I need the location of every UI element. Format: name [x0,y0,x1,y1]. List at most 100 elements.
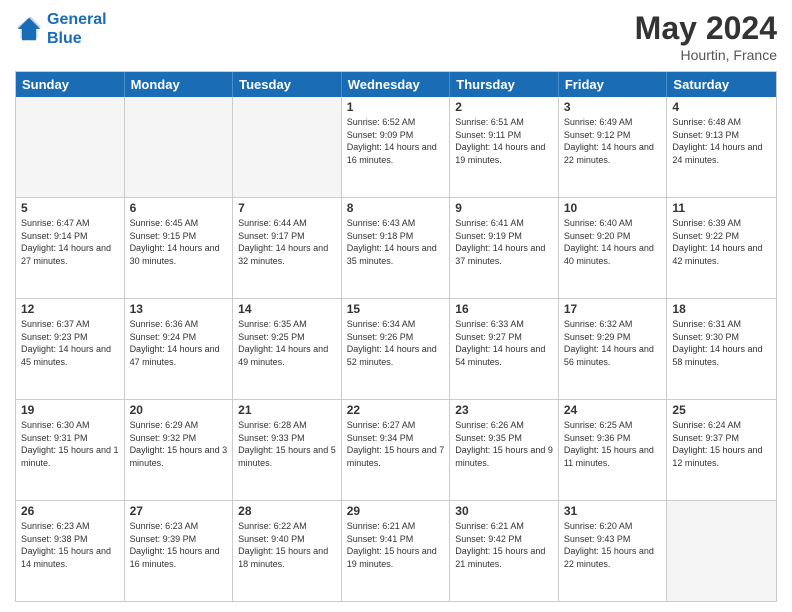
cell-info: Sunrise: 6:30 AM Sunset: 9:31 PM Dayligh… [21,419,119,469]
day-number: 6 [130,201,228,215]
day-number: 12 [21,302,119,316]
day-number: 20 [130,403,228,417]
cal-day-27: 27Sunrise: 6:23 AM Sunset: 9:39 PM Dayli… [125,501,234,601]
cal-day-22: 22Sunrise: 6:27 AM Sunset: 9:34 PM Dayli… [342,400,451,500]
cal-empty-0-2 [233,97,342,197]
cell-info: Sunrise: 6:33 AM Sunset: 9:27 PM Dayligh… [455,318,553,368]
cell-info: Sunrise: 6:47 AM Sunset: 9:14 PM Dayligh… [21,217,119,267]
day-header-monday: Monday [125,72,234,97]
cal-day-7: 7 Sunrise: 6:44 AM Sunset: 9:17 PM Daylig… [233,198,342,298]
cal-day-1: 1 Sunrise: 6:52 AM Sunset: 9:09 PM Daylig… [342,97,451,197]
calendar-header: SundayMondayTuesdayWednesdayThursdayFrid… [16,72,776,97]
day-number: 5 [21,201,119,215]
day-number: 8 [347,201,445,215]
day-header-thursday: Thursday [450,72,559,97]
cell-info: Sunrise: 6:52 AM Sunset: 9:09 PM Dayligh… [347,116,445,166]
cell-info: Sunrise: 6:44 AM Sunset: 9:17 PM Dayligh… [238,217,336,267]
day-number: 15 [347,302,445,316]
cell-info: Sunrise: 6:21 AM Sunset: 9:41 PM Dayligh… [347,520,445,570]
day-number: 31 [564,504,662,518]
header: General Blue May 2024 Hourtin, France [15,10,777,63]
cell-info: Sunrise: 6:29 AM Sunset: 9:32 PM Dayligh… [130,419,228,469]
cal-day-24: 24 Sunrise: 6:25 AM Sunset: 9:36 PM Dayli… [559,400,668,500]
day-number: 14 [238,302,336,316]
cell-info: Sunrise: 6:43 AM Sunset: 9:18 PM Dayligh… [347,217,445,267]
cal-day-30: 30Sunrise: 6:21 AM Sunset: 9:42 PM Dayli… [450,501,559,601]
day-number: 9 [455,201,553,215]
cal-day-9: 9Sunrise: 6:41 AM Sunset: 9:19 PM Daylig… [450,198,559,298]
title-block: May 2024 Hourtin, France [635,10,777,63]
cal-day-3: 3Sunrise: 6:49 AM Sunset: 9:12 PM Daylig… [559,97,668,197]
cal-day-25: 25 Sunrise: 6:24 AM Sunset: 9:37 PM Dayli… [667,400,776,500]
cell-info: Sunrise: 6:40 AM Sunset: 9:20 PM Dayligh… [564,217,662,267]
page: General Blue May 2024 Hourtin, France Su… [0,0,792,612]
cal-day-18: 18Sunrise: 6:31 AM Sunset: 9:30 PM Dayli… [667,299,776,399]
cal-day-19: 19 Sunrise: 6:30 AM Sunset: 9:31 PM Dayli… [16,400,125,500]
cal-day-23: 23 Sunrise: 6:26 AM Sunset: 9:35 PM Dayli… [450,400,559,500]
cell-info: Sunrise: 6:22 AM Sunset: 9:40 PM Dayligh… [238,520,336,570]
cell-info: Sunrise: 6:37 AM Sunset: 9:23 PM Dayligh… [21,318,119,368]
month-title: May 2024 [635,10,777,47]
day-number: 18 [672,302,771,316]
day-number: 7 [238,201,336,215]
cal-day-8: 8 Sunrise: 6:43 AM Sunset: 9:18 PM Daylig… [342,198,451,298]
day-number: 24 [564,403,662,417]
day-number: 28 [238,504,336,518]
calendar: SundayMondayTuesdayWednesdayThursdayFrid… [15,71,777,602]
cell-info: Sunrise: 6:45 AM Sunset: 9:15 PM Dayligh… [130,217,228,267]
cell-info: Sunrise: 6:34 AM Sunset: 9:26 PM Dayligh… [347,318,445,368]
day-number: 27 [130,504,228,518]
day-number: 26 [21,504,119,518]
cell-info: Sunrise: 6:27 AM Sunset: 9:34 PM Dayligh… [347,419,445,469]
cell-info: Sunrise: 6:26 AM Sunset: 9:35 PM Dayligh… [455,419,553,469]
cal-week-4: 26 Sunrise: 6:23 AM Sunset: 9:38 PM Dayli… [16,500,776,601]
cell-info: Sunrise: 6:35 AM Sunset: 9:25 PM Dayligh… [238,318,336,368]
cell-info: Sunrise: 6:25 AM Sunset: 9:36 PM Dayligh… [564,419,662,469]
day-header-friday: Friday [559,72,668,97]
day-number: 29 [347,504,445,518]
day-number: 11 [672,201,771,215]
calendar-body: 1 Sunrise: 6:52 AM Sunset: 9:09 PM Daylig… [16,97,776,601]
day-number: 13 [130,302,228,316]
cal-day-13: 13 Sunrise: 6:36 AM Sunset: 9:24 PM Dayli… [125,299,234,399]
cal-day-11: 11 Sunrise: 6:39 AM Sunset: 9:22 PM Dayli… [667,198,776,298]
cal-day-4: 4Sunrise: 6:48 AM Sunset: 9:13 PM Daylig… [667,97,776,197]
day-number: 21 [238,403,336,417]
cell-info: Sunrise: 6:24 AM Sunset: 9:37 PM Dayligh… [672,419,771,469]
day-number: 2 [455,100,553,114]
cal-week-0: 1 Sunrise: 6:52 AM Sunset: 9:09 PM Daylig… [16,97,776,197]
day-number: 4 [672,100,771,114]
cell-info: Sunrise: 6:23 AM Sunset: 9:38 PM Dayligh… [21,520,119,570]
cal-week-2: 12 Sunrise: 6:37 AM Sunset: 9:23 PM Dayli… [16,298,776,399]
day-number: 19 [21,403,119,417]
day-number: 25 [672,403,771,417]
day-number: 30 [455,504,553,518]
cal-day-31: 31 Sunrise: 6:20 AM Sunset: 9:43 PM Dayli… [559,501,668,601]
logo-general: General [47,11,107,28]
cal-day-6: 6 Sunrise: 6:45 AM Sunset: 9:15 PM Daylig… [125,198,234,298]
logo-text: General Blue [47,10,107,48]
cal-week-3: 19 Sunrise: 6:30 AM Sunset: 9:31 PM Dayli… [16,399,776,500]
day-number: 1 [347,100,445,114]
cal-day-5: 5 Sunrise: 6:47 AM Sunset: 9:14 PM Daylig… [16,198,125,298]
cal-day-20: 20 Sunrise: 6:29 AM Sunset: 9:32 PM Dayli… [125,400,234,500]
day-header-saturday: Saturday [667,72,776,97]
cal-empty-0-0 [16,97,125,197]
cal-day-12: 12 Sunrise: 6:37 AM Sunset: 9:23 PM Dayli… [16,299,125,399]
cell-info: Sunrise: 6:39 AM Sunset: 9:22 PM Dayligh… [672,217,771,267]
day-header-sunday: Sunday [16,72,125,97]
day-number: 10 [564,201,662,215]
cal-day-16: 16 Sunrise: 6:33 AM Sunset: 9:27 PM Dayli… [450,299,559,399]
cal-day-10: 10 Sunrise: 6:40 AM Sunset: 9:20 PM Dayli… [559,198,668,298]
cal-day-21: 21Sunrise: 6:28 AM Sunset: 9:33 PM Dayli… [233,400,342,500]
day-number: 23 [455,403,553,417]
cal-week-1: 5 Sunrise: 6:47 AM Sunset: 9:14 PM Daylig… [16,197,776,298]
cell-info: Sunrise: 6:20 AM Sunset: 9:43 PM Dayligh… [564,520,662,570]
cal-day-2: 2Sunrise: 6:51 AM Sunset: 9:11 PM Daylig… [450,97,559,197]
day-number: 16 [455,302,553,316]
day-number: 17 [564,302,662,316]
cell-info: Sunrise: 6:49 AM Sunset: 9:12 PM Dayligh… [564,116,662,166]
day-header-wednesday: Wednesday [342,72,451,97]
cell-info: Sunrise: 6:36 AM Sunset: 9:24 PM Dayligh… [130,318,228,368]
day-header-tuesday: Tuesday [233,72,342,97]
